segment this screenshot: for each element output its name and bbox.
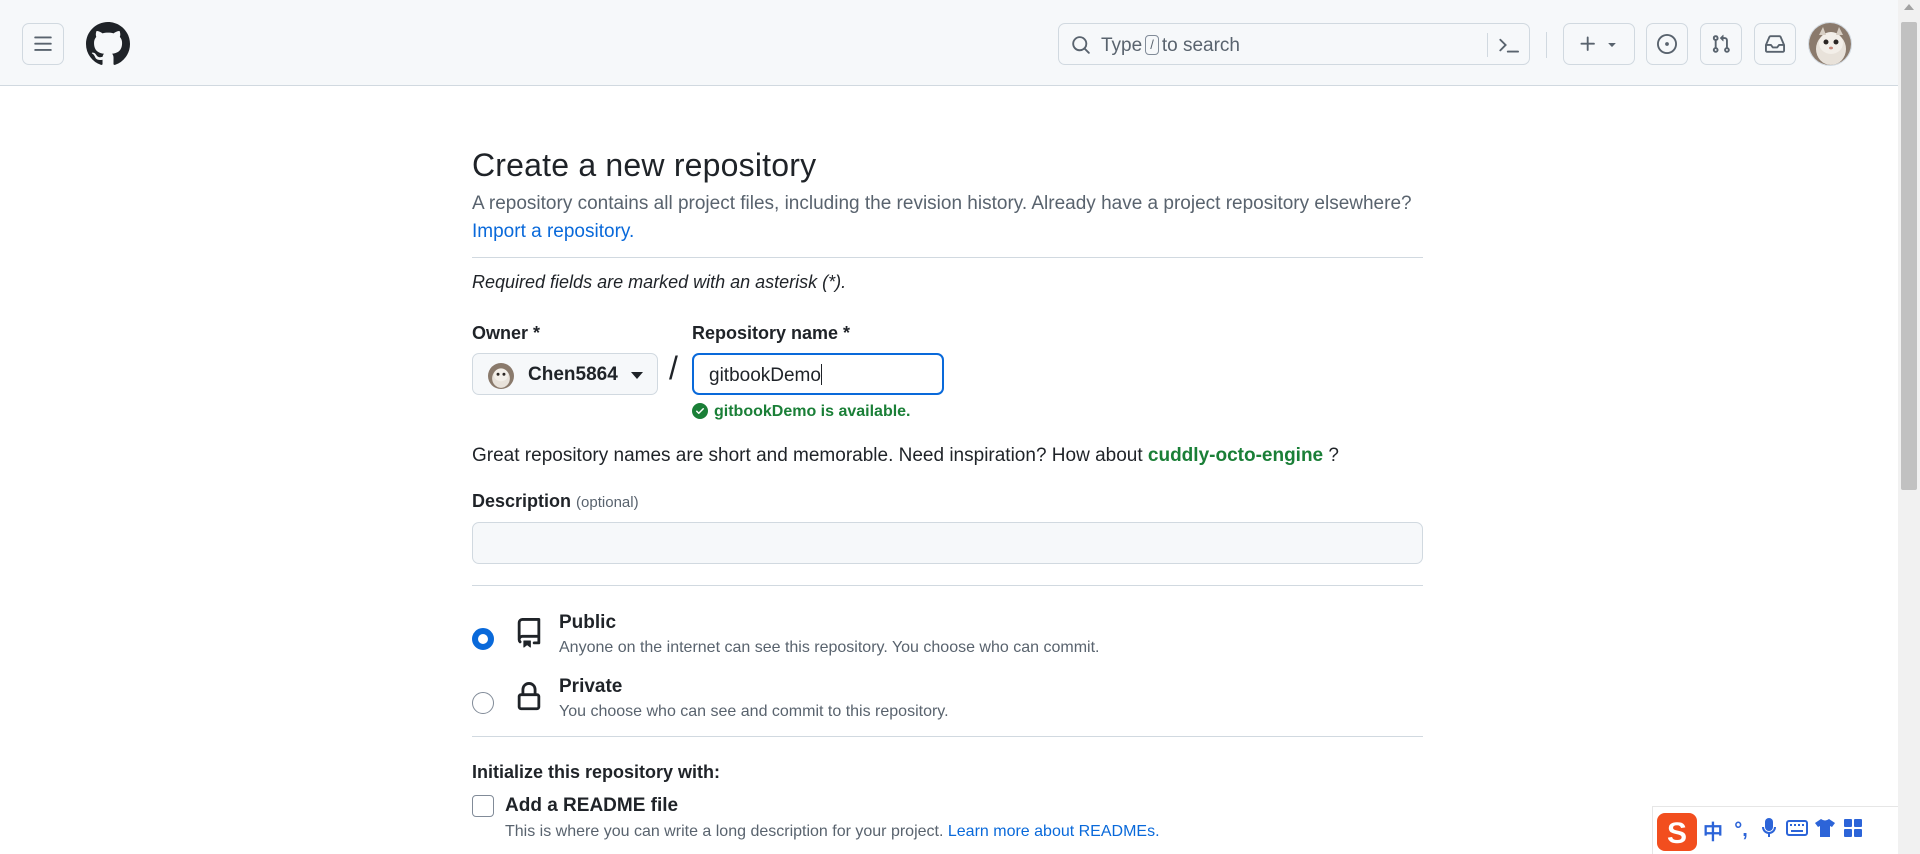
notifications-button[interactable] [1754,23,1796,65]
learn-more-readmes-link[interactable]: Learn more about READMEs. [948,823,1160,840]
private-radio[interactable] [472,692,494,714]
search-input[interactable]: Type / to search [1058,23,1530,65]
visibility-option-public[interactable]: Public Anyone on the internet can see th… [472,612,1423,668]
public-radio[interactable] [472,628,494,650]
sogou-logo-icon[interactable]: S [1655,809,1699,853]
visibility-option-private[interactable]: Private You choose who can see and commi… [472,676,1423,732]
readme-description: This is where you can write a long descr… [505,823,1160,840]
divider [472,736,1423,737]
add-readme-checkbox[interactable] [472,795,494,817]
owner-name: Chen5864 [528,364,618,385]
ime-punctuation-mode[interactable]: °, [1727,819,1755,842]
create-new-button[interactable] [1563,23,1635,65]
caret-down-icon [1608,43,1616,47]
page-title: Create a new repository [472,147,817,183]
user-avatar[interactable] [1808,22,1852,66]
description-input[interactable] [472,522,1423,564]
inbox-icon [1765,35,1785,53]
global-header: Type / to search [0,0,1898,86]
private-description: You choose who can see and commit to thi… [559,703,949,720]
scrollbar-thumb[interactable] [1901,22,1917,490]
keyboard-icon[interactable] [1783,819,1811,842]
page-subtitle: A repository contains all project files,… [472,193,1412,214]
ime-toolbar: S 中 °, [1652,806,1898,854]
command-palette-icon[interactable] [1499,35,1519,55]
repository-name-value: gitbookDemo [709,365,821,386]
repo-icon [517,618,541,648]
cat-avatar-icon [1809,23,1851,65]
shirt-icon[interactable] [1811,818,1839,844]
caret-down-icon [631,372,643,379]
plus-icon [1580,36,1595,51]
pull-requests-button[interactable] [1700,23,1742,65]
search-divider [1487,33,1488,57]
check-circle-fill-icon [692,403,708,419]
scroll-up-arrow-icon[interactable] [1904,4,1914,10]
repo-name-label: Repository name * [692,323,851,343]
grid-icon[interactable] [1839,818,1867,844]
private-title: Private [559,676,623,697]
hamburger-icon [34,36,52,51]
owner-label: Owner * [472,323,541,343]
import-repository-link[interactable]: Import a repository. [472,221,634,243]
add-readme-label[interactable]: Add a README file [505,795,678,817]
issues-button[interactable] [1646,23,1688,65]
availability-message: gitbookDemo is available. [692,403,911,421]
divider [472,585,1423,586]
page-scrollbar[interactable] [1898,0,1920,854]
issue-opened-icon [1657,34,1677,54]
public-description: Anyone on the internet can see this repo… [559,639,1100,656]
initialize-heading: Initialize this repository with: [472,762,721,782]
text-cursor [820,364,822,385]
public-title: Public [559,612,617,633]
svg-text:S: S [1667,817,1687,850]
header-divider [1546,32,1547,58]
git-pull-request-icon [1712,34,1730,53]
menu-button[interactable] [22,23,64,65]
repository-name-input[interactable]: gitbookDemo [692,353,944,395]
owner-repo-separator: / [669,350,678,386]
mic-icon[interactable] [1755,817,1783,845]
suggested-name-link[interactable]: cuddly-octo-engine [1148,445,1323,466]
owner-select[interactable]: Chen5864 [472,353,658,395]
search-icon [1072,36,1090,54]
github-logo-icon[interactable] [85,22,130,66]
cat-avatar-icon [488,363,514,389]
description-label: Description (optional) [472,491,639,511]
name-suggestion: Great repository names are short and mem… [472,445,1339,466]
divider [472,257,1423,258]
ime-chinese-mode[interactable]: 中 [1699,816,1727,845]
required-fields-note: Required fields are marked with an aster… [472,272,847,292]
owner-avatar [488,363,514,389]
search-placeholder: Type / to search [1101,35,1240,56]
lock-icon [517,682,541,711]
